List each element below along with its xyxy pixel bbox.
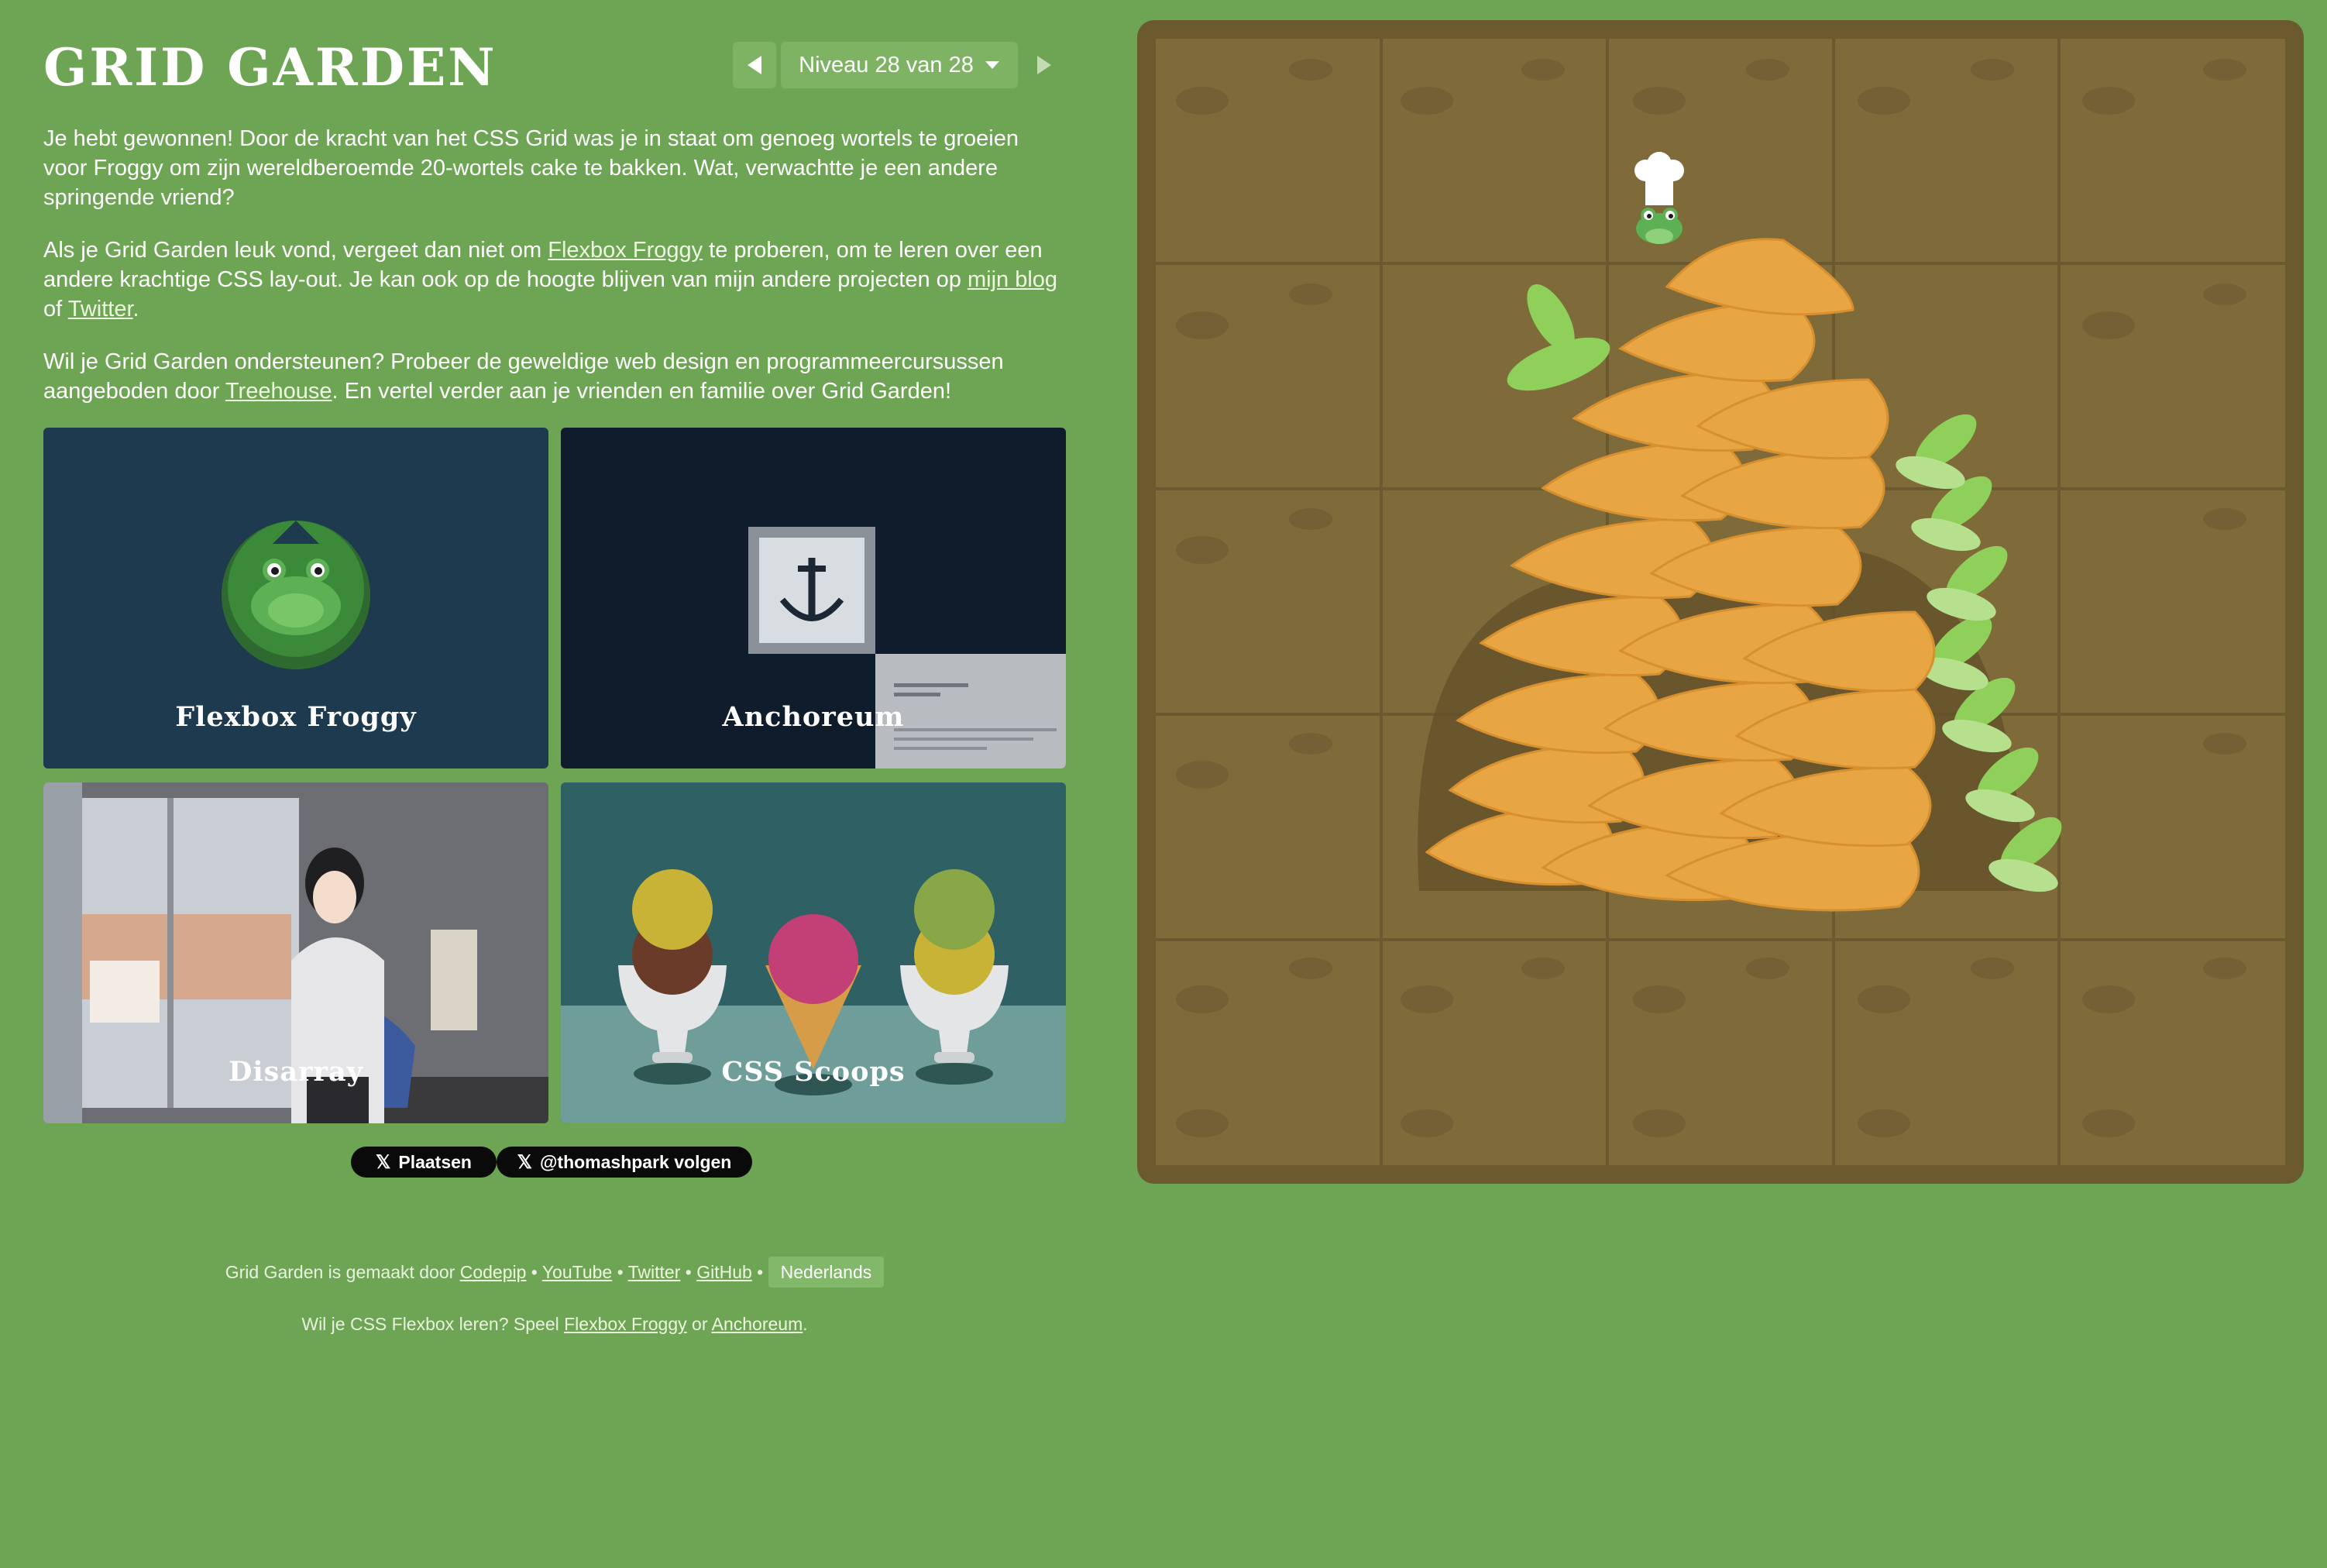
tweet-button[interactable]: 𝕏 Plaatsen <box>351 1147 497 1178</box>
promo-text: . <box>132 297 139 322</box>
x-logo-icon: 𝕏 <box>376 1151 391 1173</box>
youtube-link[interactable]: YouTube <box>542 1262 612 1282</box>
treehouse-link[interactable]: Treehouse <box>225 379 332 404</box>
level-label: Niveau 28 van 28 <box>799 52 974 77</box>
learn-text: . <box>803 1314 808 1334</box>
learn-footer: Wil je CSS Flexbox leren? Speel Flexbox … <box>0 1314 1109 1335</box>
next-level-button[interactable] <box>1023 42 1066 88</box>
tile-anchoreum[interactable]: Anchoreum <box>561 428 1066 769</box>
triangle-left-icon <box>748 56 761 74</box>
separator: • <box>526 1262 542 1282</box>
tile-css-scoops[interactable]: CSS Scoops <box>561 782 1066 1123</box>
language-selector[interactable]: Nederlands <box>768 1257 885 1288</box>
tile-flexbox-froggy[interactable]: Flexbox Froggy <box>43 428 548 769</box>
github-link[interactable]: GitHub <box>696 1262 752 1282</box>
separator: • <box>612 1262 628 1282</box>
win-message: Je hebt gewonnen! Door de kracht van het… <box>43 126 1019 210</box>
twitter-link[interactable]: Twitter <box>68 297 133 322</box>
tile-label: Anchoreum <box>722 701 905 733</box>
tile-label: Flexbox Froggy <box>175 701 417 733</box>
level-indicator[interactable]: Niveau 28 van 28 <box>781 42 1018 88</box>
promo-text: of <box>43 297 68 322</box>
codepip-link[interactable]: Codepip <box>460 1262 527 1282</box>
triangle-right-icon <box>1037 56 1051 74</box>
caret-down-icon <box>985 61 999 69</box>
tile-label: CSS Scoops <box>721 1056 906 1088</box>
follow-label: @thomashpark volgen <box>539 1151 732 1172</box>
level-navigation: Niveau 28 van 28 <box>733 42 1066 88</box>
footer-flexbox-froggy-link[interactable]: Flexbox Froggy <box>564 1314 687 1334</box>
page-title: GRID GARDEN <box>43 37 497 98</box>
footer-anchoreum-link[interactable]: Anchoreum <box>712 1314 803 1334</box>
tile-disarray[interactable]: Disarray <box>43 782 548 1123</box>
promo-text: Als je Grid Garden leuk vond, vergeet da… <box>43 238 548 263</box>
previous-level-button[interactable] <box>733 42 776 88</box>
x-logo-icon: 𝕏 <box>517 1151 532 1173</box>
support-paragraph: Wil je Grid Garden ondersteunen? Probeer… <box>43 347 1066 406</box>
support-text: . En vertel verder aan je vrienden en fa… <box>332 379 952 404</box>
carrot-cake-illustration <box>1156 39 2285 1165</box>
flexbox-froggy-link[interactable]: Flexbox Froggy <box>548 238 703 263</box>
blog-link[interactable]: mijn blog <box>968 267 1057 292</box>
promo-paragraph: Als je Grid Garden leuk vond, vergeet da… <box>43 236 1066 324</box>
tile-label: Disarray <box>229 1056 363 1088</box>
credits-text: Grid Garden is gemaakt door <box>225 1262 460 1282</box>
garden-grid <box>1156 39 2285 1165</box>
garden-board <box>1137 20 2304 1184</box>
learn-text: or <box>686 1314 712 1334</box>
separator: • <box>680 1262 697 1282</box>
instructions-panel: GRID GARDEN Niveau 28 van 28 Je hebt gew… <box>0 0 1084 1568</box>
follow-button[interactable]: 𝕏 @thomashpark volgen <box>497 1147 752 1178</box>
twitter-footer-link[interactable]: Twitter <box>628 1262 681 1282</box>
separator: • <box>751 1262 768 1282</box>
credits-footer: Grid Garden is gemaakt door Codepip • Yo… <box>0 1257 1109 1288</box>
learn-text: Wil je CSS Flexbox leren? Speel <box>301 1314 565 1334</box>
tweet-label: Plaatsen <box>398 1151 472 1172</box>
